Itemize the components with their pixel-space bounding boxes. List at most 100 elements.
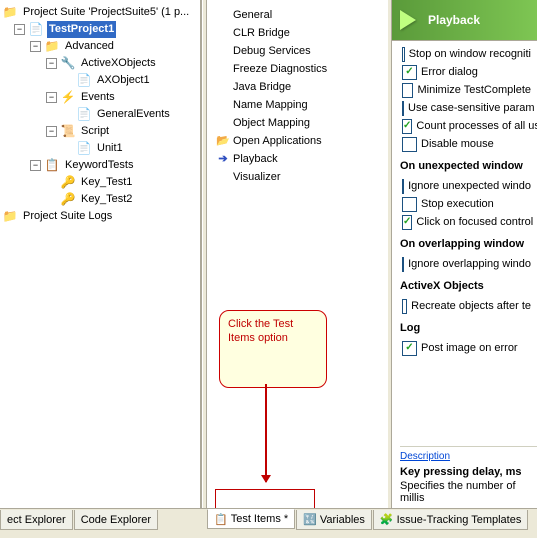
opt-label: Minimize TestComplete — [417, 81, 531, 99]
tree-project-label: TestProject1 — [47, 21, 116, 38]
checkbox[interactable] — [402, 83, 413, 98]
cat-label: General — [233, 6, 272, 24]
opt-label: Post image on error — [421, 339, 518, 357]
description-text: Specifies the number of millis — [400, 480, 537, 504]
tree-genevents[interactable]: 📄 GeneralEvents — [2, 106, 198, 123]
checkbox[interactable] — [402, 101, 404, 116]
tree-axobj[interactable]: 📄 AXObject1 — [2, 72, 198, 89]
callout: Click the Test Items option — [219, 310, 327, 388]
checkbox[interactable] — [402, 197, 417, 212]
cat-openapp[interactable]: 📂Open Applications — [211, 132, 383, 150]
checkbox[interactable] — [402, 215, 412, 230]
opt-ignore-overlap[interactable]: Ignore overlapping windo — [402, 255, 531, 273]
folder-icon: 📂 — [215, 132, 231, 150]
tree-script[interactable]: − 📜 Script — [2, 123, 198, 140]
expander-icon[interactable]: − — [30, 160, 41, 171]
tree-logs[interactable]: 📁 Project Suite Logs — [2, 208, 198, 225]
checkbox[interactable] — [402, 179, 404, 194]
checkbox[interactable] — [402, 299, 407, 314]
expander-icon[interactable]: − — [46, 126, 57, 137]
checkbox[interactable] — [402, 65, 417, 80]
tree-label: Advanced — [63, 38, 116, 55]
checkbox[interactable] — [402, 341, 417, 356]
events-icon: ⚡ — [60, 90, 76, 106]
tree-label: GeneralEvents — [95, 106, 172, 123]
panel-header: Playback — [392, 0, 537, 41]
opt-label: Recreate objects after te — [411, 297, 531, 315]
cat-java[interactable]: Java Bridge — [211, 78, 383, 96]
tree-kwtests[interactable]: − 📋 KeywordTests — [2, 157, 198, 174]
item-icon: 📄 — [76, 107, 92, 123]
expander-icon[interactable]: − — [30, 41, 41, 52]
section-overlapping-window: On overlapping window — [400, 235, 531, 253]
checkbox[interactable] — [402, 137, 417, 152]
opt-label: Ignore unexpected windo — [408, 177, 531, 195]
tab-label: Issue-Tracking Templates — [397, 514, 522, 526]
opt-stop-exec[interactable]: Stop execution — [402, 195, 531, 213]
tab-issue-tracking[interactable]: 🧩Issue-Tracking Templates — [373, 510, 528, 530]
tree-root[interactable]: 📁 Project Suite 'ProjectSuite5' (1 p... — [2, 4, 198, 21]
cat-visual[interactable]: Visualizer — [211, 168, 383, 186]
cat-playback[interactable]: ➔Playback — [211, 150, 383, 168]
opt-stop-window[interactable]: Stop on window recogniti — [402, 45, 531, 63]
opt-label: Stop execution — [421, 195, 494, 213]
keyword-icon: 📋 — [44, 158, 60, 174]
opt-use-case[interactable]: Use case-sensitive param — [402, 99, 531, 117]
tree-advanced[interactable]: − 📁 Advanced — [2, 38, 198, 55]
callout-arrow — [265, 384, 267, 482]
folder-icon: 📁 — [44, 39, 60, 55]
cat-clr[interactable]: CLR Bridge — [211, 24, 383, 42]
cat-debug[interactable]: Debug Services — [211, 42, 383, 60]
opt-click-focused[interactable]: Click on focused control — [402, 213, 531, 231]
tab-label: Variables — [320, 514, 365, 526]
checkbox[interactable] — [402, 47, 405, 62]
cat-namemap[interactable]: Name Mapping — [211, 96, 383, 114]
tree-events[interactable]: − ⚡ Events — [2, 89, 198, 106]
tree-unit1[interactable]: 📄 Unit1 — [2, 140, 198, 157]
tab-code-explorer[interactable]: Code Explorer — [74, 510, 158, 530]
opt-ignore-unexp[interactable]: Ignore unexpected windo — [402, 177, 531, 195]
expander-icon[interactable]: − — [46, 58, 57, 69]
opt-recreate[interactable]: Recreate objects after te — [402, 297, 531, 315]
play-icon — [400, 10, 416, 30]
item-icon: 📄 — [76, 73, 92, 89]
opt-count-proc[interactable]: Count processes of all us — [402, 117, 531, 135]
expander-icon[interactable]: − — [46, 92, 57, 103]
tree-label: KeywordTests — [63, 157, 135, 174]
opt-label: Count processes of all us — [416, 117, 537, 135]
opt-label: Click on focused control — [416, 213, 533, 231]
cat-label: Playback — [233, 150, 278, 168]
checkbox[interactable] — [402, 119, 412, 134]
tree-label: Key_Test1 — [79, 174, 134, 191]
opt-error-dialog[interactable]: Error dialog — [402, 63, 531, 81]
cat-objmap[interactable]: Object Mapping — [211, 114, 383, 132]
cat-label: Visualizer — [233, 168, 281, 186]
tab-label: Code Explorer — [81, 514, 151, 526]
expander-icon[interactable]: − — [14, 24, 25, 35]
tree-label: Key_Test2 — [79, 191, 134, 208]
tab-test-items[interactable]: 📋Test Items * — [207, 509, 295, 529]
tab-project-explorer[interactable]: ect Explorer — [0, 510, 73, 530]
checkbox[interactable] — [402, 257, 404, 272]
item-icon: 📄 — [76, 141, 92, 157]
section-unexpected-window: On unexpected window — [400, 157, 531, 175]
cat-general[interactable]: General — [211, 6, 383, 24]
opt-post-image[interactable]: Post image on error — [402, 339, 531, 357]
opt-disable-mouse[interactable]: Disable mouse — [402, 135, 531, 153]
test-icon: 🔑 — [60, 192, 76, 208]
cat-label: Debug Services — [233, 42, 311, 60]
cat-label: Java Bridge — [233, 78, 291, 96]
opt-min-tc[interactable]: Minimize TestComplete — [402, 81, 531, 99]
cat-label: Freeze Diagnostics — [233, 60, 327, 78]
callout-text: Click the Test Items option — [228, 318, 293, 344]
tree-label: Events — [79, 89, 117, 106]
tree-label: Unit1 — [95, 140, 125, 157]
tree-kt2[interactable]: 🔑 Key_Test2 — [2, 191, 198, 208]
cat-freeze[interactable]: Freeze Diagnostics — [211, 60, 383, 78]
tree-project[interactable]: − 📄 TestProject1 — [2, 21, 198, 38]
section-log: Log — [400, 319, 531, 337]
tree-activex[interactable]: − 🔧 ActiveXObjects — [2, 55, 198, 72]
opt-label: Stop on window recogniti — [409, 45, 531, 63]
tab-variables[interactable]: 🔣Variables — [296, 510, 372, 530]
tree-kt1[interactable]: 🔑 Key_Test1 — [2, 174, 198, 191]
